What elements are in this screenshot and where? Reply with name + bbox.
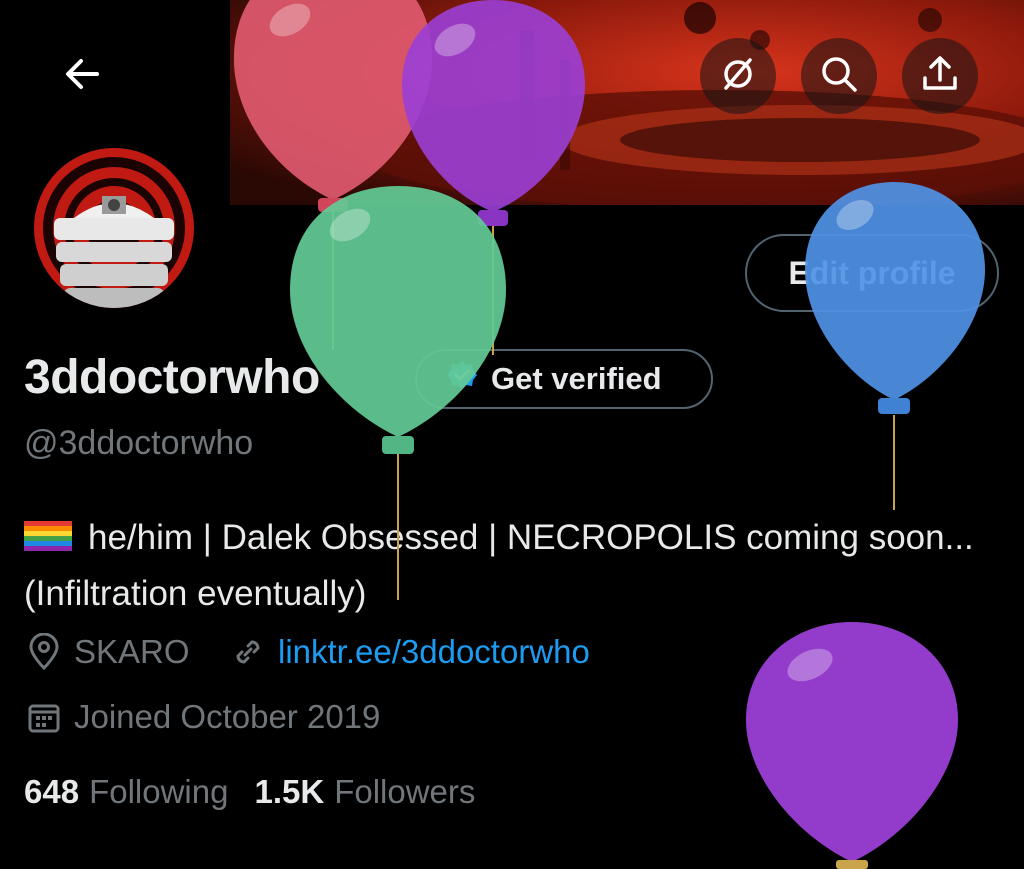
hide-icon: [718, 54, 758, 99]
follow-stats: 648 Following 1.5K Followers: [24, 773, 475, 811]
mute-button[interactable]: [700, 38, 776, 114]
handle: @3ddoctorwho: [24, 424, 254, 462]
following-count: 648: [24, 773, 80, 810]
search-button[interactable]: [801, 38, 877, 114]
share-button[interactable]: [902, 38, 978, 114]
calendar-icon: [24, 697, 64, 737]
join-date-text: Joined October 2019: [74, 698, 381, 735]
website-link[interactable]: linktr.ee/3ddoctorwho: [278, 633, 590, 671]
followers-label: Followers: [334, 773, 476, 810]
purple-balloon-bottom: [746, 622, 958, 869]
verified-badge-icon: [447, 360, 477, 398]
edit-profile-button[interactable]: Edit profile: [745, 234, 999, 312]
avatar[interactable]: [24, 138, 204, 318]
following-label: Following: [89, 773, 229, 810]
bio: he/him | Dalek Obsessed | NECROPOLIS com…: [24, 510, 994, 622]
location-pin-icon: [24, 632, 64, 672]
location-text: SKARO: [74, 633, 190, 670]
display-name: 3ddoctorwho: [24, 351, 320, 404]
bio-text: he/him | Dalek Obsessed | NECROPOLIS com…: [24, 518, 974, 613]
get-verified-label: Get verified: [491, 361, 662, 396]
following-link[interactable]: 648 Following: [24, 773, 228, 811]
get-verified-button[interactable]: Get verified: [415, 349, 713, 409]
arrow-left-icon: [63, 55, 101, 98]
followers-count: 1.5K: [254, 773, 325, 810]
blue-balloon: [805, 182, 985, 510]
back-button[interactable]: [44, 38, 120, 114]
location: SKARO: [24, 632, 190, 672]
link-icon: [228, 632, 268, 672]
share-icon: [920, 54, 960, 99]
search-icon: [819, 54, 859, 99]
followers-link[interactable]: 1.5K Followers: [254, 773, 475, 811]
website[interactable]: linktr.ee/3ddoctorwho: [228, 632, 590, 672]
rainbow-flag-icon: [24, 521, 72, 551]
join-date: Joined October 2019: [24, 697, 380, 737]
